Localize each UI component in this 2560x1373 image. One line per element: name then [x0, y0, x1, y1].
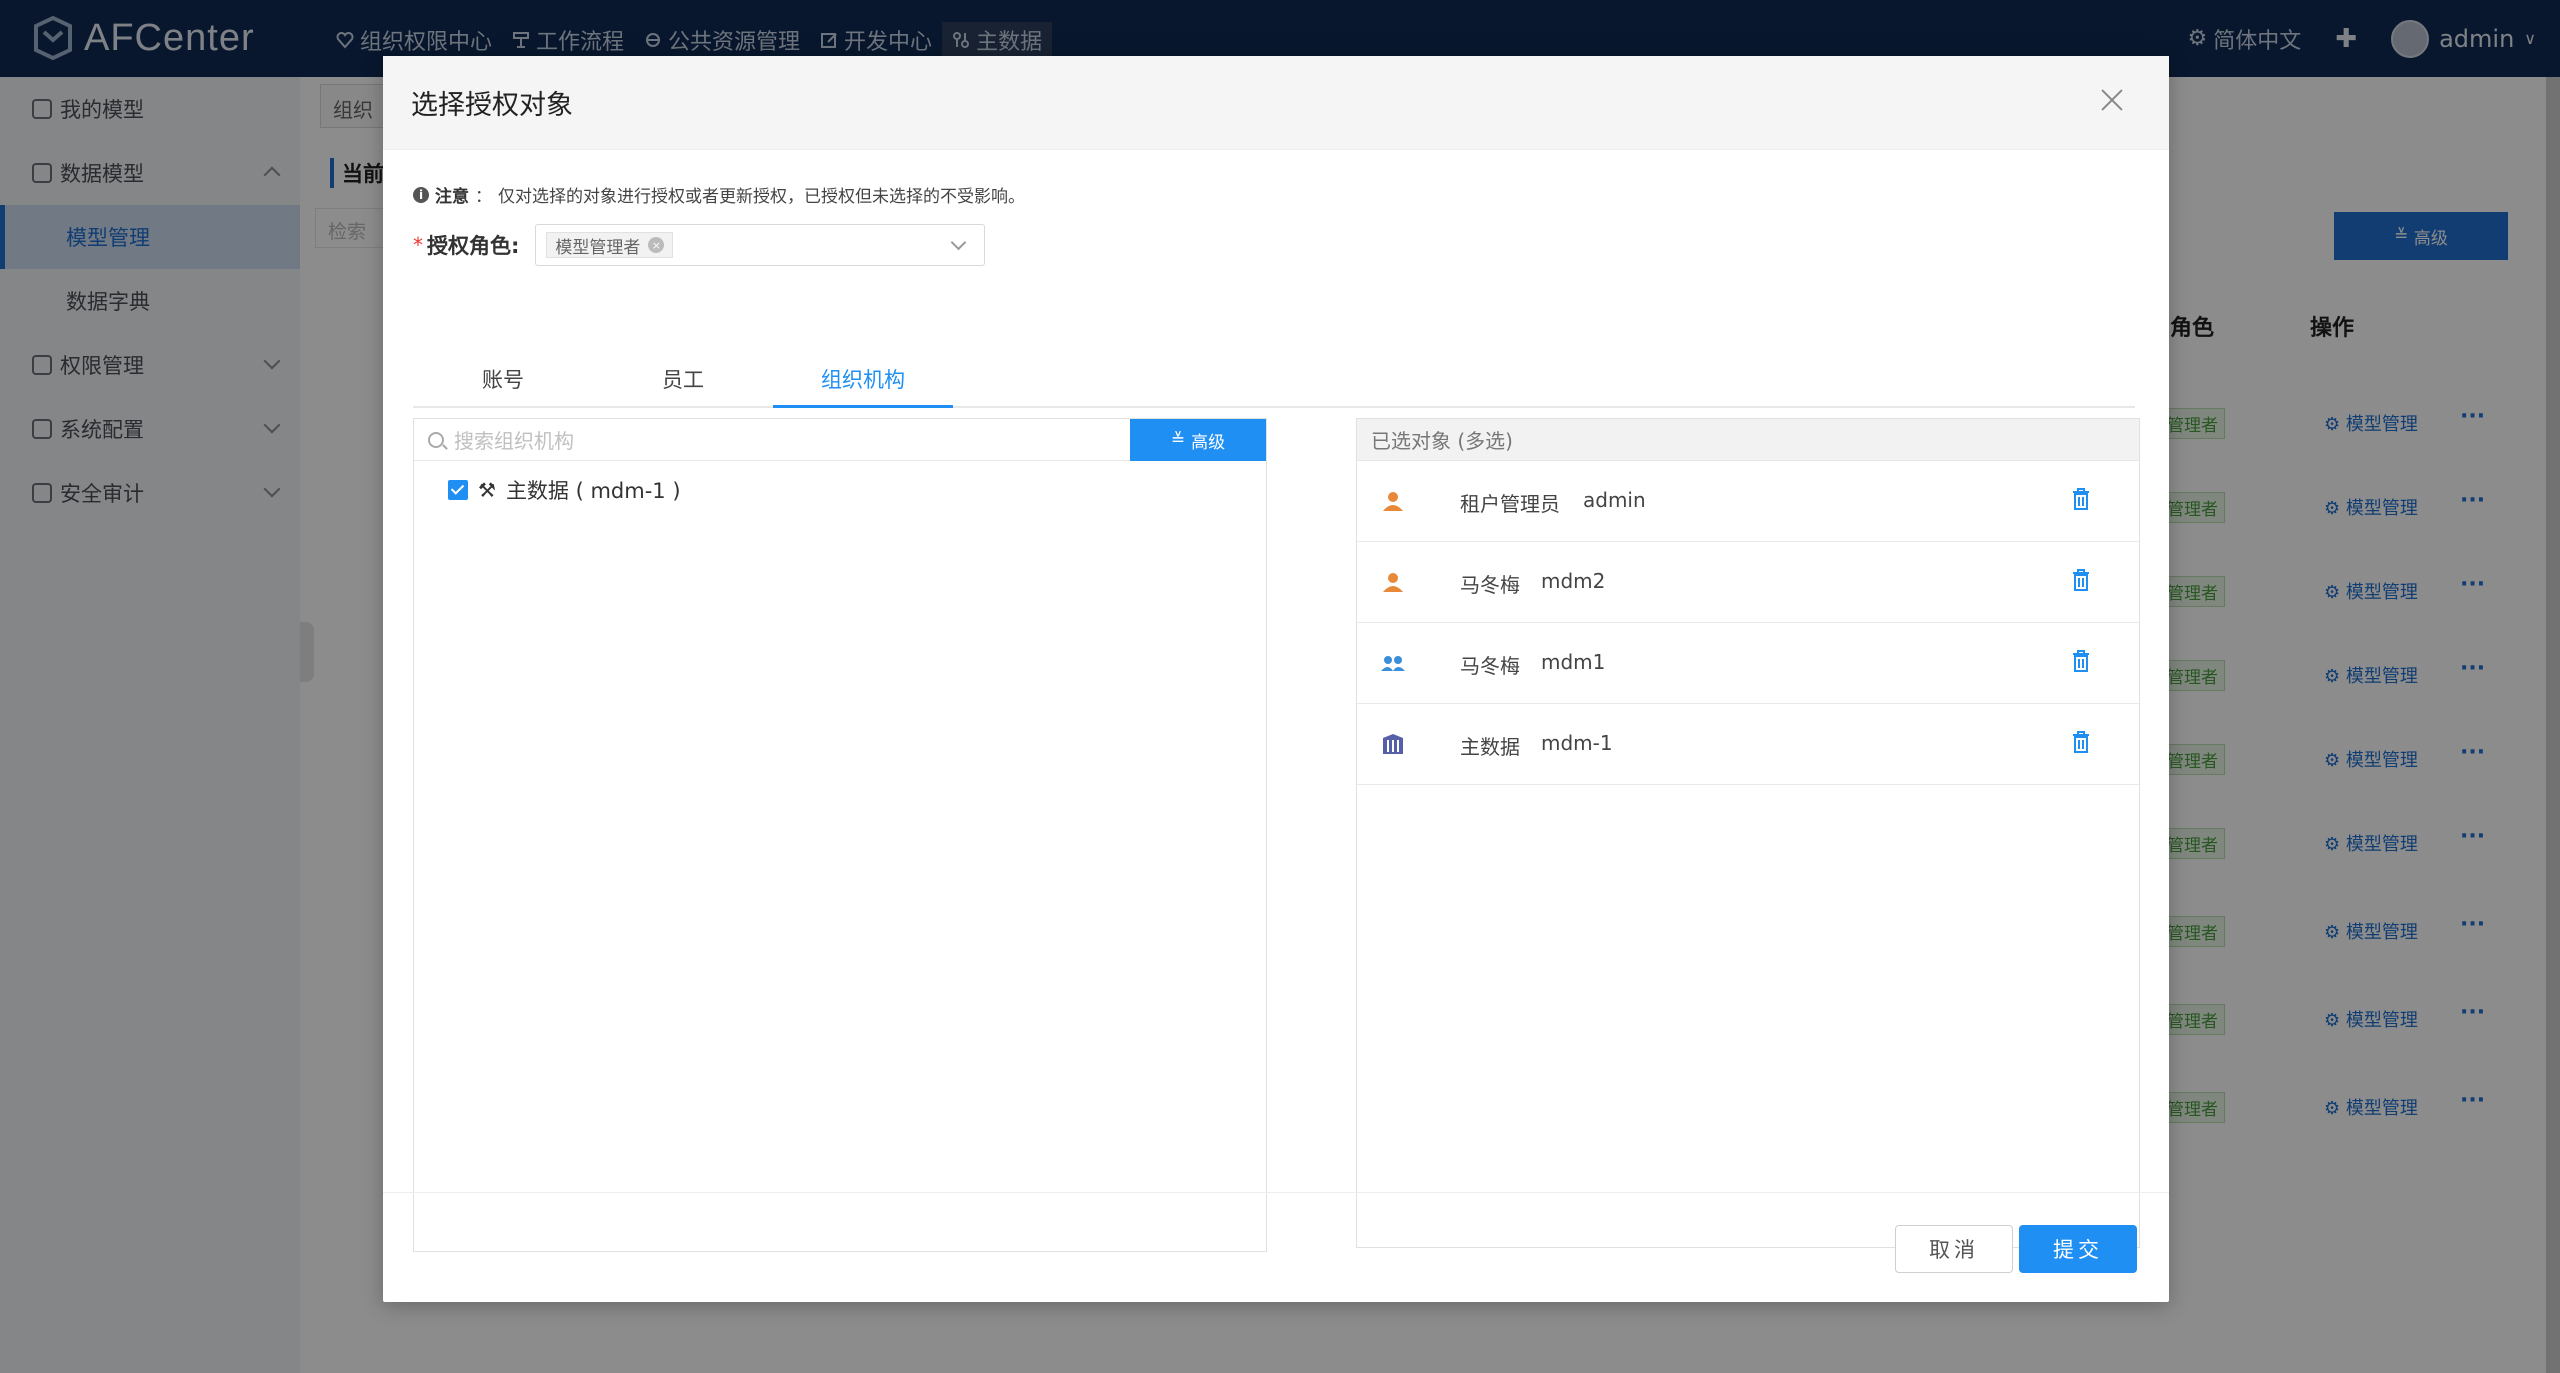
tab-account[interactable]: 账号 [413, 346, 593, 406]
tab-employee[interactable]: 员工 [593, 346, 773, 406]
selected-item-name: 主数据 [1460, 735, 1520, 759]
notice-colon: ： [475, 187, 492, 207]
selected-item: 租户管理员 admin [1357, 461, 2139, 542]
selected-panel: 已选对象 (多选) 租户管理员 admin 马冬梅 mdm2 马冬梅 mdm1 主数据 mdm… [1356, 418, 2140, 1248]
dialog-footer: 取消 提交 [383, 1192, 2169, 1302]
chevron-down-icon [951, 234, 967, 251]
selected-item-code: mdm1 [1541, 650, 1606, 674]
employee-icon [1381, 656, 1405, 671]
tree-node-label: 主数据 ( mdm-1 ) [505, 479, 681, 503]
selected-item: 主数据 mdm-1 [1357, 704, 2139, 785]
user-icon [1383, 492, 1403, 511]
dialog-title: 选择授权对象 [411, 90, 573, 121]
search-placeholder: 搜索组织机构 [454, 429, 574, 453]
selected-item-code: mdm2 [1541, 569, 1606, 593]
role-row: * 授权角色: 模型管理者 × [413, 224, 986, 266]
org-search-input[interactable]: 搜索组织机构 [414, 419, 1130, 460]
user-icon [1383, 573, 1403, 592]
role-label: 授权角色: [427, 234, 520, 258]
organization-icon [1383, 734, 1403, 754]
org-tree-panel: 搜索组织机构 ≚ 高级 ⚒ 主数据 ( mdm-1 ) [413, 418, 1267, 1252]
advanced-button[interactable]: ≚ 高级 [1130, 419, 1266, 461]
double-chevron-down-icon: ≚ [1170, 430, 1186, 450]
close-icon[interactable] [2097, 86, 2127, 116]
advanced-label: 高级 [1191, 432, 1226, 453]
selected-item-name: 租户管理员 [1460, 492, 1560, 516]
notice-label: 注意 [435, 187, 469, 207]
cancel-button[interactable]: 取消 [1895, 1225, 2013, 1273]
role-select[interactable]: 模型管理者 × [535, 224, 986, 266]
tag-close-icon[interactable]: × [648, 237, 665, 253]
object-tabs: 账号 员工 组织机构 [413, 346, 2135, 408]
search-icon [428, 431, 444, 448]
notice: i 注意 ： 仅对选择的对象进行授权或者更新授权，已授权但未选择的不受影响。 [413, 182, 1025, 207]
selected-item-name: 马冬梅 [1460, 573, 1520, 597]
org-tree-icon: ⚒ [478, 478, 496, 502]
selected-item-name: 马冬梅 [1460, 654, 1520, 678]
required-mark: * [413, 233, 423, 257]
checkbox[interactable] [448, 480, 468, 500]
authorize-dialog: 选择授权对象 i 注意 ： 仅对选择的对象进行授权或者更新授权，已授权但未选择的不… [383, 56, 2169, 1302]
selected-header: 已选对象 (多选) [1357, 419, 2139, 461]
dialog-header: 选择授权对象 [383, 56, 2169, 150]
role-tag-label: 模型管理者 [555, 237, 641, 258]
tab-organization[interactable]: 组织机构 [773, 346, 953, 408]
submit-button[interactable]: 提交 [2019, 1225, 2137, 1273]
selected-item: 马冬梅 mdm1 [1357, 623, 2139, 704]
trash-icon[interactable] [2072, 650, 2090, 672]
selected-item-code: admin [1583, 488, 1646, 512]
info-icon: i [413, 186, 429, 203]
trash-icon[interactable] [2072, 731, 2090, 753]
role-tag: 模型管理者 × [546, 232, 674, 258]
trash-icon[interactable] [2072, 488, 2090, 510]
selected-item-code: mdm-1 [1541, 731, 1613, 755]
notice-text: 仅对选择的对象进行授权或者更新授权，已授权但未选择的不受影响。 [498, 187, 1025, 207]
trash-icon[interactable] [2072, 569, 2090, 591]
selected-item: 马冬梅 mdm2 [1357, 542, 2139, 623]
tree-node[interactable]: ⚒ 主数据 ( mdm-1 ) [448, 475, 681, 505]
search-row: 搜索组织机构 ≚ 高级 [414, 419, 1266, 461]
